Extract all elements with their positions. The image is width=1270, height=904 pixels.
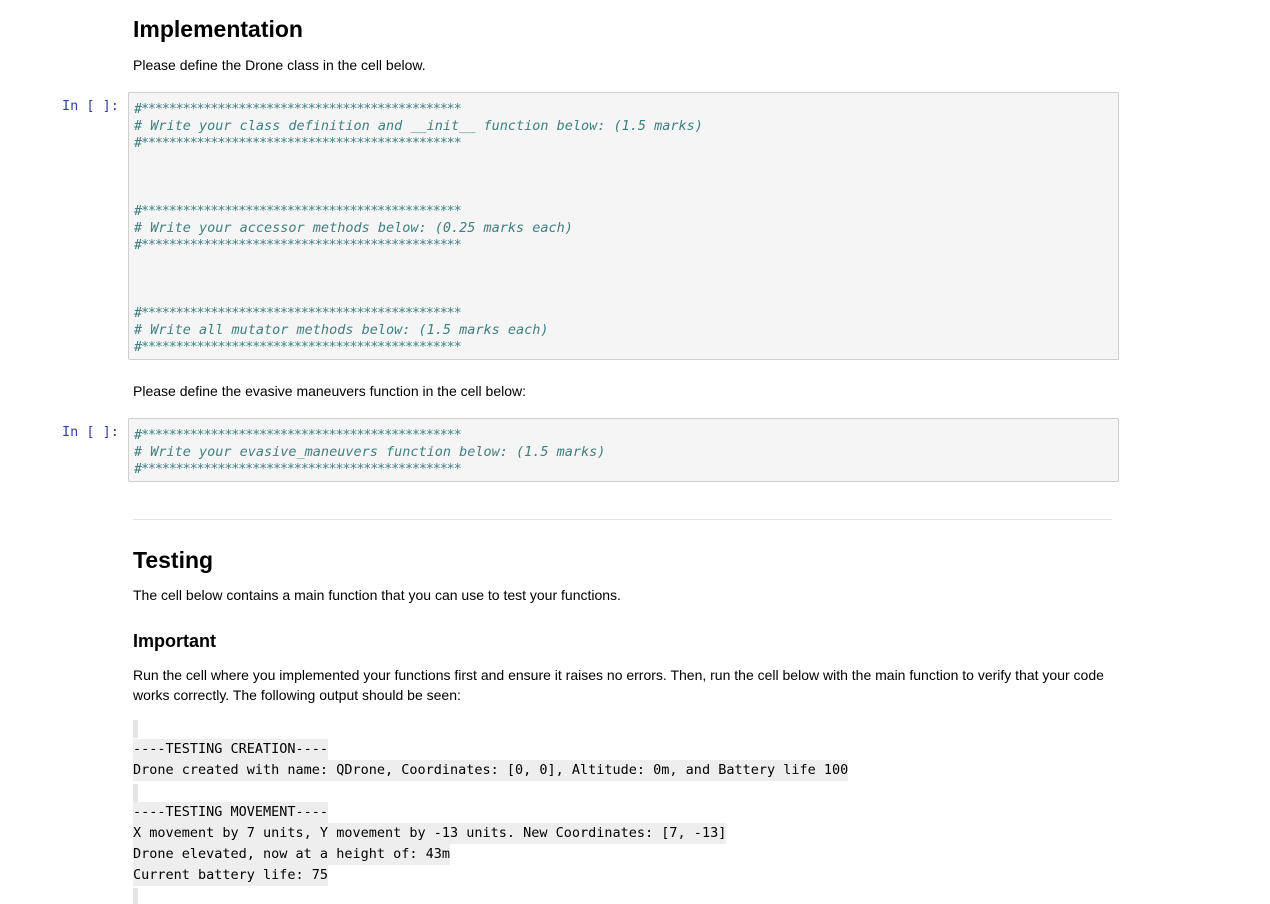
comment-class-definition: # Write your class definition and __init…: [134, 118, 703, 134]
output-creation-line: Drone created with name: QDrone, Coordin…: [133, 760, 849, 781]
output-quote-bar: [133, 720, 138, 738]
implementation-heading: Implementation: [133, 16, 303, 42]
comment-stars: #***************************************…: [134, 101, 462, 117]
code-cell-drone-class[interactable]: #***************************************…: [128, 92, 1119, 360]
comment-stars: #***************************************…: [134, 237, 462, 253]
expected-output-creation: ----TESTING CREATION---- Drone created w…: [133, 739, 849, 781]
output-quote-bar: [133, 784, 138, 802]
implementation-intro: Please define the Drone class in the cel…: [133, 57, 426, 73]
important-heading: Important: [133, 631, 216, 651]
output-movement-line: Drone elevated, now at a height of: 43m: [133, 844, 450, 865]
output-movement-line: X movement by 7 units, Y movement by -13…: [133, 823, 727, 844]
testing-intro: The cell below contains a main function …: [133, 587, 621, 603]
comment-mutator-methods: # Write all mutator methods below: (1.5 …: [134, 322, 549, 338]
testing-heading: Testing: [133, 547, 214, 573]
evasive-intro: Please define the evasive maneuvers func…: [133, 383, 527, 399]
comment-stars: #***************************************…: [134, 135, 462, 151]
comment-stars: #***************************************…: [134, 427, 462, 443]
output-quote-bar: [133, 888, 138, 904]
important-text: Run the cell where you implemented your …: [133, 667, 1104, 703]
code-cell-evasive-maneuvers[interactable]: #***************************************…: [128, 418, 1119, 482]
comment-stars: #***************************************…: [134, 305, 462, 321]
cell1-prompt: In [ ]:: [62, 98, 119, 114]
expected-output-movement: ----TESTING MOVEMENT---- X movement by 7…: [133, 802, 727, 886]
comment-stars: #***************************************…: [134, 339, 462, 355]
page-gutter: [1140, 0, 1270, 904]
comment-stars: #***************************************…: [134, 461, 462, 477]
cell2-prompt: In [ ]:: [62, 424, 119, 440]
cell2-code[interactable]: #***************************************…: [129, 419, 1118, 478]
cell1-code[interactable]: #***************************************…: [129, 93, 1118, 356]
notebook-page: Implementation Please define the Drone c…: [0, 0, 1140, 904]
output-movement-header: ----TESTING MOVEMENT----: [133, 802, 329, 823]
section-divider: [133, 519, 1112, 520]
output-creation-header: ----TESTING CREATION----: [133, 739, 329, 760]
comment-accessor-methods: # Write your accessor methods below: (0.…: [134, 220, 573, 236]
output-movement-line: Current battery life: 75: [133, 865, 329, 886]
comment-evasive-function: # Write your evasive_maneuvers function …: [134, 444, 606, 460]
comment-stars: #***************************************…: [134, 203, 462, 219]
